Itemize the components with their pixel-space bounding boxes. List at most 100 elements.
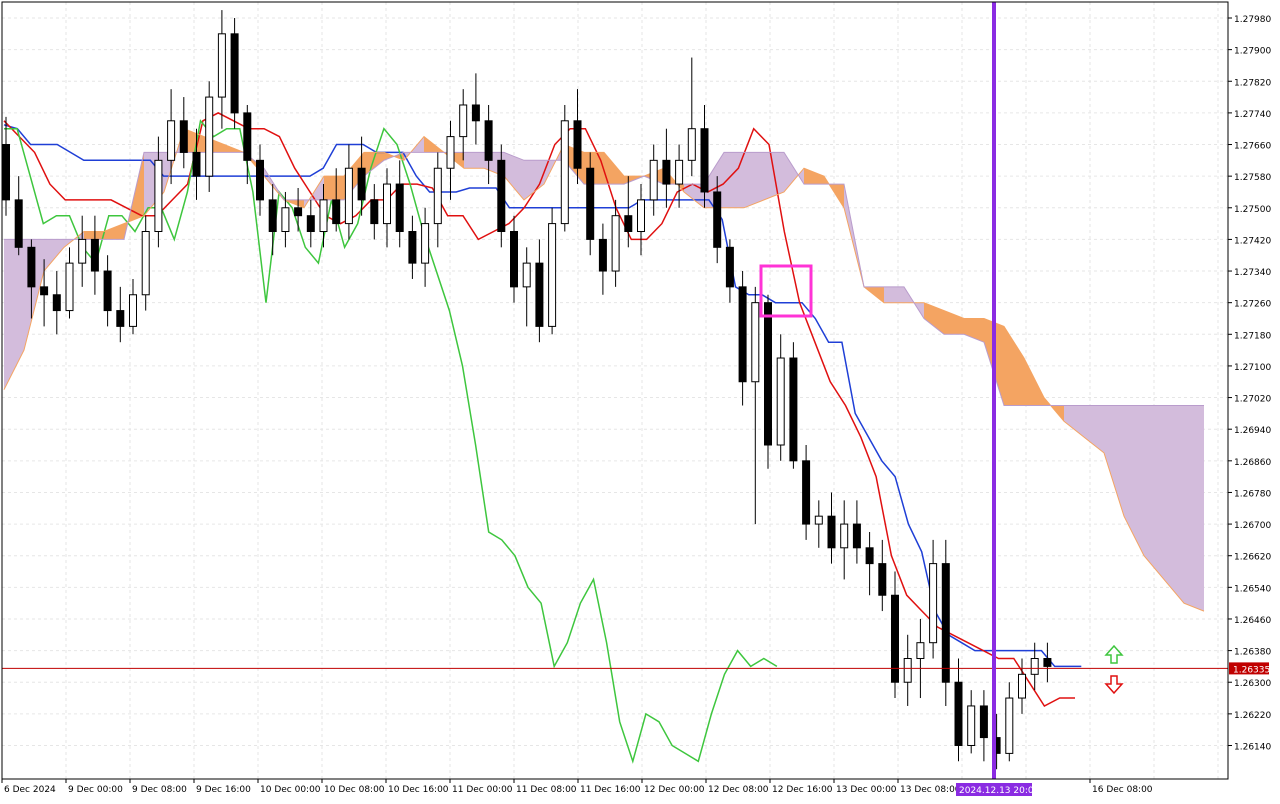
- candle-bullish: [814, 515, 823, 525]
- candle-bullish: [1018, 673, 1026, 699]
- y-tick-label: 1.26540: [1234, 584, 1271, 594]
- y-tick-label: 1.27580: [1234, 173, 1271, 183]
- x-tick-label: 13 Dec 00:00: [836, 785, 897, 795]
- candle-bullish: [319, 199, 328, 233]
- x-tick-label: 11 Dec 16:00: [580, 785, 641, 795]
- price-tag-label: 1.26335: [1233, 665, 1270, 675]
- cloud-segment-bearish: [1144, 405, 1164, 580]
- tenkan-sen-line: [3, 112, 1075, 707]
- cloud-segment-bearish: [1124, 405, 1144, 556]
- cloud-segment-bullish: [804, 168, 824, 185]
- candle-bearish: [725, 246, 734, 288]
- y-tick-label: 1.26380: [1234, 648, 1271, 658]
- candle-bullish: [637, 199, 645, 233]
- candle-bearish: [852, 523, 861, 549]
- y-tick-label: 1.26220: [1234, 711, 1271, 721]
- candle-bearish: [27, 246, 36, 288]
- candle-bullish: [154, 159, 163, 233]
- candlestick-chart: 1.27980 1.27900 1.27820 1.27740 1.27660 1.275…: [1, 1, 1271, 796]
- candle-bearish: [713, 191, 722, 248]
- candle-bearish: [306, 215, 315, 233]
- y-tick-label: 1.27100: [1234, 363, 1271, 373]
- candle-bearish: [891, 594, 899, 683]
- candle-bullish: [929, 563, 938, 644]
- candle-bearish: [40, 286, 49, 296]
- x-tick-label: 9 Dec 08:00: [132, 785, 187, 795]
- candle-bearish: [14, 199, 23, 248]
- candle-bullish: [687, 128, 696, 161]
- candle-bullish: [611, 215, 620, 272]
- y-tick-label: 1.27180: [1234, 331, 1271, 341]
- y-tick-label: 1.26700: [1234, 521, 1271, 531]
- x-tick-label: 12 Dec 08:00: [708, 785, 769, 795]
- candle-bullish: [65, 262, 74, 312]
- sell-arrow-icon: [1104, 675, 1124, 695]
- candle-bearish: [332, 199, 341, 225]
- candle-bearish: [827, 515, 836, 549]
- candle-bearish: [954, 681, 963, 746]
- cloud-segment-bullish: [1024, 358, 1044, 406]
- candle-bearish: [979, 705, 988, 739]
- y-tick-label: 1.27660: [1234, 142, 1271, 152]
- axes: 1.27980 1.27900 1.27820 1.27740 1.27660 1.275…: [1, 1, 1271, 796]
- candle-bullish: [129, 294, 137, 327]
- cloud-segment-bullish: [924, 302, 944, 335]
- cloud-segment-bearish: [464, 152, 484, 169]
- candle-bullish: [167, 120, 176, 161]
- cloud-segment-bullish: [104, 223, 124, 240]
- candle-bullish: [840, 523, 849, 549]
- candle-bearish: [243, 112, 252, 161]
- candle-bearish: [865, 547, 874, 565]
- candle-bullish: [205, 96, 214, 177]
- candle-bearish: [268, 199, 277, 233]
- candle-bearish: [192, 151, 201, 177]
- time-marker-label: 2024.12.13 20:00: [959, 786, 1040, 796]
- cloud-segment-bearish: [4, 239, 24, 390]
- candles: [2, 10, 1052, 770]
- ichimoku-cloud: [4, 128, 1204, 612]
- y-tick-label: 1.26300: [1234, 679, 1271, 689]
- candle-bearish: [2, 144, 10, 201]
- candle-bearish: [52, 294, 61, 312]
- candle-bearish: [789, 357, 798, 462]
- x-tick-label: 10 Dec 08:00: [324, 785, 385, 795]
- candle-bearish: [700, 128, 709, 193]
- candle-bearish: [179, 120, 188, 153]
- candle-bearish: [1043, 658, 1052, 667]
- candle-bearish: [764, 302, 772, 446]
- cloud-segment-bullish: [324, 176, 344, 200]
- candle-bearish: [370, 199, 379, 225]
- y-tick-label: 1.26780: [1234, 489, 1271, 499]
- y-tick-label: 1.27740: [1234, 110, 1271, 120]
- cloud-segment-bearish: [884, 286, 904, 303]
- cloud-segment-bearish: [744, 152, 764, 208]
- candle-bullish: [433, 167, 442, 225]
- candle-bullish: [751, 302, 760, 383]
- indicator-lines: [3, 112, 1205, 764]
- cloud-segment-bearish: [1084, 405, 1104, 453]
- candle-bullish: [548, 223, 557, 327]
- buy-arrow-icon: [1104, 644, 1124, 664]
- chart: 1.27980 1.27900 1.27820 1.27740 1.27660 1.275…: [0, 0, 1280, 800]
- candle-bullish: [776, 357, 785, 446]
- x-tick-label: 10 Dec 00:00: [260, 785, 321, 795]
- y-tick-label: 1.26940: [1234, 426, 1271, 436]
- y-tick-label: 1.27500: [1234, 205, 1271, 215]
- y-tick-label: 1.26460: [1234, 616, 1271, 626]
- candle-bearish: [624, 215, 633, 233]
- x-tick-label: 6 Dec 2024: [4, 785, 56, 795]
- candle-bearish: [471, 104, 480, 122]
- x-tick-label: 10 Dec 16:00: [388, 785, 449, 795]
- candle-bullish: [967, 705, 976, 746]
- candle-bullish: [560, 120, 569, 225]
- x-tick-label: 12 Dec 00:00: [644, 785, 705, 795]
- y-tick-label: 1.27340: [1234, 268, 1271, 278]
- y-tick-label: 1.26620: [1234, 553, 1271, 563]
- candle-bearish: [103, 270, 112, 312]
- x-tick-label: 11 Dec 08:00: [516, 785, 577, 795]
- candle-bullish: [446, 136, 455, 169]
- candle-bearish: [510, 231, 518, 288]
- candle-bearish: [598, 238, 607, 272]
- y-tick-label: 1.27020: [1234, 395, 1271, 405]
- x-tick-label: 9 Dec 16:00: [196, 785, 251, 795]
